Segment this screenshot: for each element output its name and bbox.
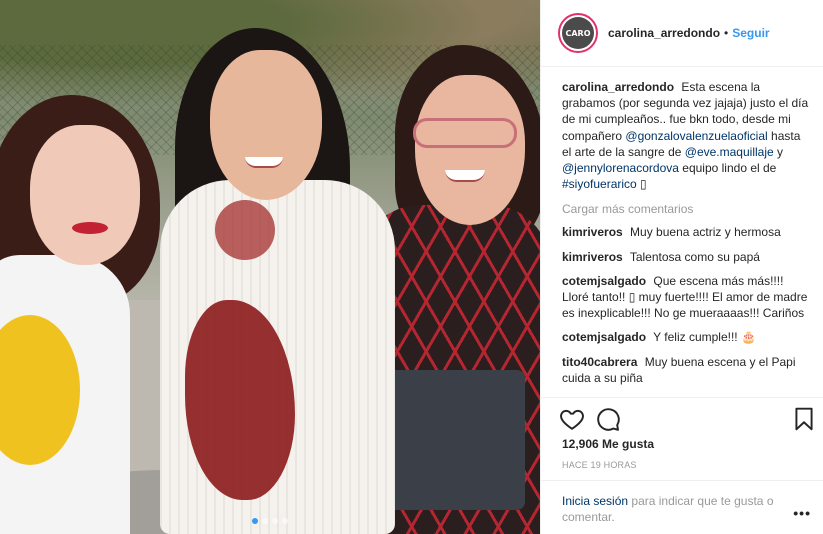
comment-username[interactable]: kimriveros <box>562 250 623 264</box>
comment-username[interactable]: tito40cabrera <box>562 355 637 369</box>
comment: tito40cabrera Muy buena escena y el Papi… <box>562 354 810 386</box>
post-header: CARO carolina_arredondo • Seguir <box>541 0 823 67</box>
caption-mention[interactable]: @eve.maquillaje <box>685 145 774 159</box>
load-more-comments-button[interactable]: Cargar más comentarios <box>562 202 810 216</box>
comment: cotemjsalgado Y feliz cumple!!! 🎂 <box>562 329 810 345</box>
caption-mention[interactable]: @gonzalovalenzuelaoficial <box>625 129 767 143</box>
post-caption: carolina_arredondo Esta escena la grabam… <box>562 79 810 192</box>
post-side-panel: CARO carolina_arredondo • Seguir carolin… <box>540 0 823 534</box>
comment-text: Talentosa como su papá <box>629 249 760 264</box>
caption-text: ▯ <box>640 177 647 192</box>
carousel-dot[interactable] <box>262 518 268 524</box>
post-photo[interactable] <box>0 0 540 534</box>
carousel-dot[interactable] <box>282 518 288 524</box>
carousel-dot[interactable] <box>252 518 258 524</box>
comment-username[interactable]: kimriveros <box>562 225 623 239</box>
person-right-brush-apron <box>385 370 525 510</box>
caption-mention[interactable]: @jennylorenacordova <box>562 161 679 175</box>
post-timestamp[interactable]: HACE 19 HORAS <box>562 460 637 470</box>
login-link[interactable]: Inicia sesión <box>562 494 628 508</box>
comments-list[interactable]: carolina_arredondo Esta escena la grabam… <box>541 67 823 397</box>
person-left-lips <box>72 222 108 234</box>
heart-icon[interactable] <box>559 406 585 432</box>
person-right-glasses <box>413 118 517 148</box>
comment: cotemjsalgado Que escena más más!!!! Llo… <box>562 273 810 322</box>
comment-text: Y feliz cumple!!! 🎂 <box>653 330 756 345</box>
caption-hashtag[interactable]: #siyofuerarico <box>562 177 637 191</box>
person-right-smile <box>445 170 485 182</box>
comment-text: Muy buena actriz y hermosa <box>630 225 781 240</box>
comment: kimriveros Talentosa como su papá <box>562 249 810 265</box>
avatar[interactable]: CARO <box>558 13 598 53</box>
comment-username[interactable]: cotemjsalgado <box>562 330 646 344</box>
likes-count[interactable]: 12,906 Me gusta <box>562 437 654 451</box>
person-middle-blood-stain-top <box>215 200 275 260</box>
login-prompt: Inicia sesión para indicar que te gusta … <box>541 480 823 534</box>
follow-button[interactable]: Seguir <box>732 26 769 40</box>
carousel-indicator <box>0 518 540 524</box>
header-username[interactable]: carolina_arredondo <box>608 26 720 40</box>
more-options-icon[interactable]: ••• <box>793 505 811 521</box>
comment-username[interactable]: cotemjsalgado <box>562 274 646 288</box>
avatar-image: CARO <box>562 17 594 49</box>
person-right-face <box>415 75 525 225</box>
bookmark-icon[interactable] <box>791 406 817 432</box>
caption-text: y <box>777 144 784 159</box>
comment-icon[interactable] <box>595 406 621 432</box>
carousel-dot[interactable] <box>272 518 278 524</box>
person-left-face <box>30 125 140 265</box>
instagram-post: CARO carolina_arredondo • Seguir carolin… <box>0 0 823 534</box>
header-separator: • <box>724 26 729 40</box>
comment: kimriveros Muy buena actriz y hermosa <box>562 224 810 240</box>
person-middle-face <box>210 50 322 200</box>
caption-text: equipo lindo el de <box>682 161 777 176</box>
caption-username[interactable]: carolina_arredondo <box>562 80 674 94</box>
person-middle-smile <box>245 157 283 168</box>
action-bar <box>541 397 823 437</box>
